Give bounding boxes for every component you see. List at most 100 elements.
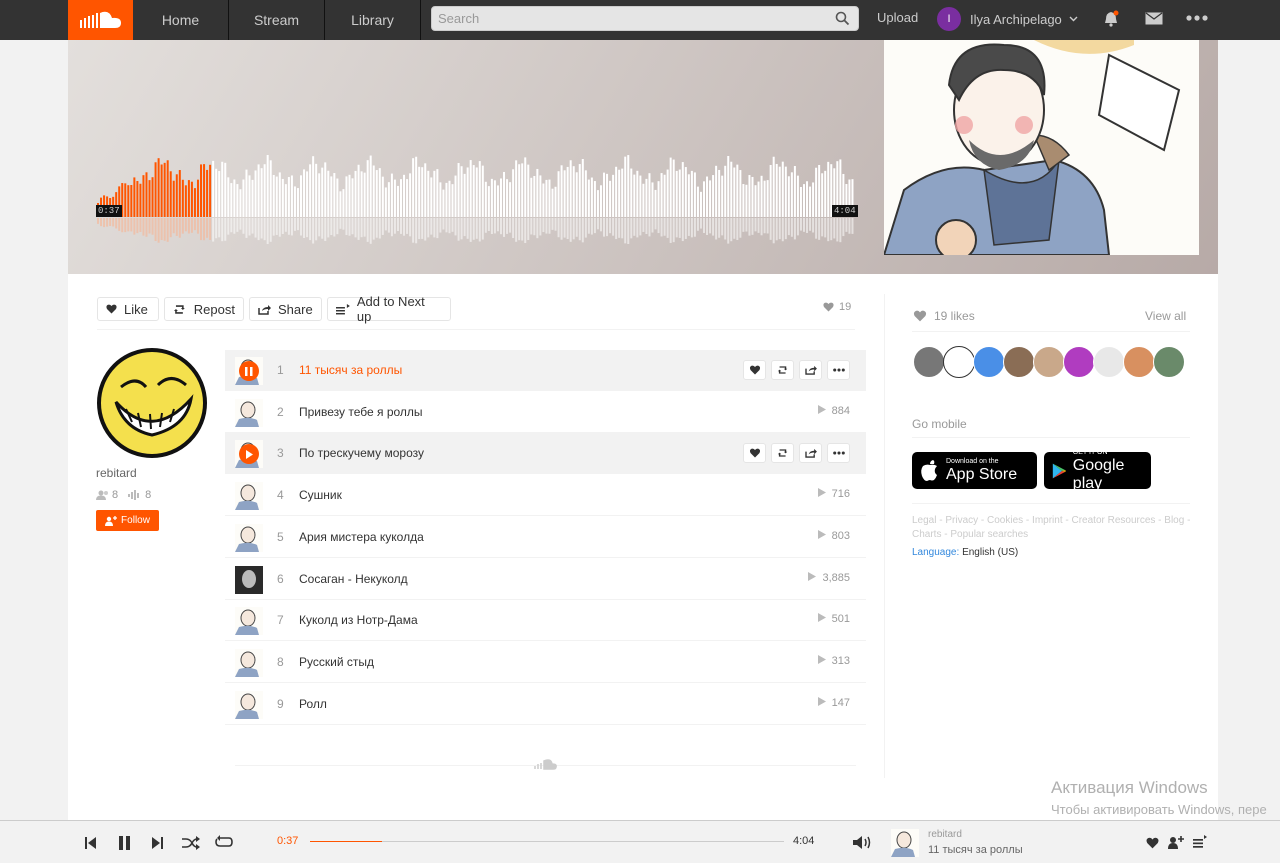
track-artwork[interactable]	[235, 523, 263, 552]
waveform[interactable]	[97, 155, 855, 245]
liker-avatar[interactable]	[1093, 346, 1125, 378]
play-store-icon	[1052, 463, 1066, 478]
track-title[interactable]: Ролл	[299, 697, 327, 711]
track-artwork[interactable]	[235, 648, 263, 677]
repeat-icon[interactable]	[215, 835, 233, 850]
uploader-name[interactable]: rebitard	[96, 466, 137, 480]
more-icon[interactable]	[1186, 15, 1208, 21]
track-row[interactable]: 8 Русский стыд 313	[225, 642, 866, 683]
like-button[interactable]: Like	[97, 297, 159, 321]
like-count[interactable]: 19	[823, 301, 851, 313]
uploader-avatar[interactable]	[96, 347, 208, 459]
waveform-reflection	[296, 218, 299, 231]
repost-button[interactable]: Repost	[164, 297, 244, 321]
liker-avatar[interactable]	[1033, 346, 1065, 378]
track-artwork[interactable]	[235, 690, 263, 719]
waveform-reflection	[163, 218, 166, 241]
previous-icon[interactable]	[85, 837, 97, 849]
player-track-title[interactable]: 11 тысяч за роллы	[928, 844, 1023, 856]
track-row[interactable]: 7 Куколд из Нотр-Дама 501	[225, 600, 866, 642]
bell-icon[interactable]	[1103, 10, 1120, 27]
like-track-button[interactable]	[743, 360, 766, 380]
more-track-button[interactable]	[827, 360, 850, 380]
language-selector[interactable]: Language: English (US)	[912, 547, 1018, 558]
waveform-reflection	[654, 218, 657, 230]
repost-track-button[interactable]	[771, 443, 794, 464]
liker-avatar[interactable]	[1003, 346, 1035, 378]
player-artwork[interactable]	[891, 829, 919, 857]
follow-button[interactable]: Follow	[96, 510, 159, 531]
track-title[interactable]: Русский стыд	[299, 655, 374, 669]
track-row[interactable]: 3 По трескучему морозу	[225, 433, 866, 475]
track-title[interactable]: Сосаган - Некуколд	[299, 572, 408, 586]
repost-track-button[interactable]	[771, 360, 794, 380]
search-icon[interactable]	[835, 11, 850, 26]
likes-header[interactable]: 19 likes	[913, 309, 975, 323]
queue-icon[interactable]	[1193, 835, 1207, 848]
tracks-count[interactable]: 8	[145, 489, 151, 501]
google-play-badge[interactable]: GET IT ON Google play	[1044, 449, 1151, 492]
track-row[interactable]: 6 Сосаган - Некуколд 3,885	[225, 559, 866, 600]
search-input[interactable]	[432, 7, 858, 30]
nav-home[interactable]: Home	[133, 0, 229, 40]
nav-stream[interactable]: Stream	[229, 0, 325, 40]
waveform-reflection	[278, 218, 281, 237]
track-artwork[interactable]	[235, 565, 263, 594]
track-title[interactable]: По трескучему морозу	[299, 446, 424, 460]
app-store-badge[interactable]: Download on the App Store	[912, 452, 1037, 489]
next-icon[interactable]	[151, 837, 163, 849]
track-row[interactable]: 2 Привезу тебе я роллы 884	[225, 392, 866, 433]
add-to-next-up-button[interactable]: Add to Next up	[327, 294, 451, 324]
track-row[interactable]: 4 Сушник 716	[225, 475, 866, 517]
liker-avatar[interactable]	[1063, 346, 1095, 378]
soundcloud-logo[interactable]	[68, 0, 133, 40]
waveform-bar	[290, 175, 293, 217]
heart-icon[interactable]	[1146, 837, 1159, 849]
progress-bar[interactable]	[310, 841, 784, 842]
like-track-button[interactable]	[743, 443, 766, 464]
waveform-bar	[242, 179, 245, 217]
track-row[interactable]: 1 11 тысяч за роллы	[225, 350, 866, 391]
more-track-button[interactable]	[827, 443, 850, 464]
waveform-bar	[618, 169, 621, 217]
track-row[interactable]: 5 Ария мистера куколда 803	[225, 517, 866, 558]
footer-links[interactable]: Legal - Privacy - Cookies - Imprint - Cr…	[912, 514, 1192, 542]
follow-user-icon[interactable]	[1168, 835, 1184, 849]
waveform-bar	[130, 184, 133, 217]
pause-icon[interactable]	[239, 361, 259, 381]
liker-avatar[interactable]	[943, 346, 975, 378]
waveform-bar	[596, 190, 599, 217]
track-title[interactable]: Привезу тебе я роллы	[299, 405, 423, 419]
waveform-bar	[760, 175, 763, 217]
track-title[interactable]: Сушник	[299, 488, 342, 502]
followers-count[interactable]: 8	[112, 489, 118, 501]
track-row[interactable]: 9 Ролл 147	[225, 684, 866, 725]
volume-icon[interactable]	[853, 835, 873, 850]
liker-avatar[interactable]	[973, 346, 1005, 378]
track-artwork[interactable]	[235, 607, 263, 636]
pause-icon[interactable]	[118, 836, 131, 850]
waveform-bar	[530, 177, 533, 217]
liker-avatar[interactable]	[1153, 346, 1185, 378]
track-title[interactable]: 11 тысяч за роллы	[299, 363, 402, 377]
waveform-bar	[569, 160, 572, 217]
end-cloud-icon	[534, 759, 557, 770]
track-title[interactable]: Ария мистера куколда	[299, 530, 424, 544]
player-uploader[interactable]: rebitard	[928, 829, 962, 840]
shuffle-icon[interactable]	[182, 836, 200, 850]
waveform-bar	[390, 173, 393, 217]
track-title[interactable]: Куколд из Нотр-Дама	[299, 613, 418, 627]
upload-link[interactable]: Upload	[877, 0, 918, 36]
liker-avatar[interactable]	[913, 346, 945, 378]
view-all-link[interactable]: View all	[1145, 309, 1186, 323]
user-menu[interactable]: I Ilya Archipelago	[937, 7, 1078, 31]
share-track-button[interactable]	[799, 443, 822, 464]
waveform-bar	[321, 167, 324, 217]
share-track-button[interactable]	[799, 360, 822, 380]
nav-library[interactable]: Library	[325, 0, 421, 40]
liker-avatar[interactable]	[1123, 346, 1155, 378]
track-artwork[interactable]	[235, 482, 263, 511]
mail-icon[interactable]	[1145, 12, 1163, 25]
track-artwork[interactable]	[235, 398, 263, 427]
share-button[interactable]: Share	[249, 297, 322, 321]
